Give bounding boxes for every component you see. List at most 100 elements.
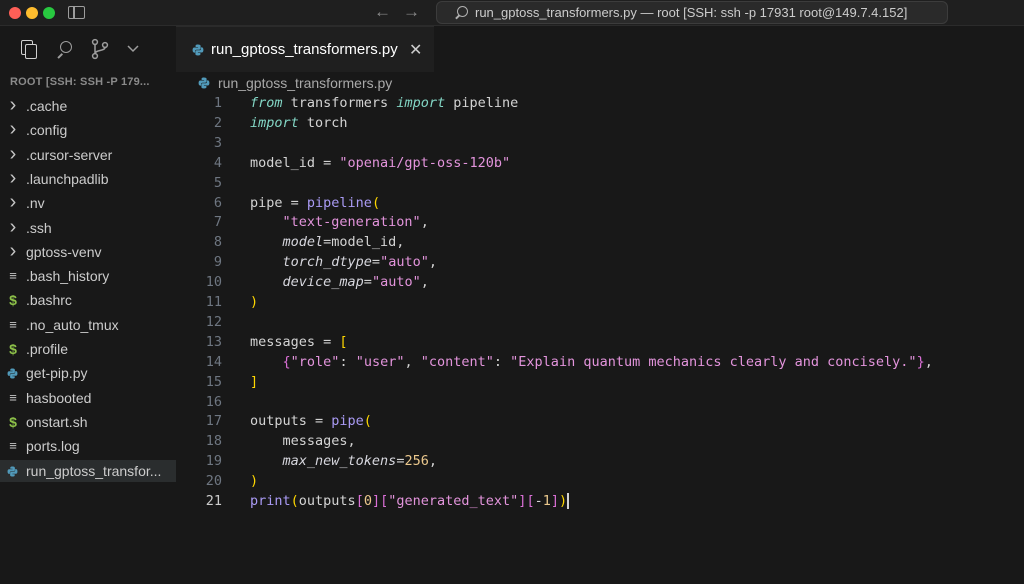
search-icon bbox=[457, 6, 468, 17]
chevron-right-icon: › bbox=[9, 216, 17, 238]
chevron-right-icon: › bbox=[9, 119, 17, 141]
explorer-item[interactable]: › gptoss-venv bbox=[0, 241, 176, 263]
chevron-right-icon: › bbox=[9, 240, 17, 262]
code-line: 19 max_new_tokens=256, bbox=[176, 452, 1024, 472]
line-number: 5 bbox=[213, 174, 222, 191]
explorer-item[interactable]: ≡ .no_auto_tmux bbox=[0, 314, 176, 336]
code-line: 7 "text-generation", bbox=[176, 213, 1024, 233]
explorer-item[interactable]: › .cache bbox=[0, 95, 176, 117]
text-file-icon: ≡ bbox=[9, 438, 17, 454]
explorer-item[interactable]: $ .bashrc bbox=[0, 289, 176, 311]
explorer-root-header[interactable]: ROOT [SSH: SSH -P 179... bbox=[10, 76, 150, 88]
breadcrumb-file: run_gptoss_transformers.py bbox=[218, 75, 393, 91]
explorer-item-label: .config bbox=[26, 122, 68, 139]
line-number: 12 bbox=[205, 313, 222, 330]
chevron-right-icon: › bbox=[9, 95, 17, 116]
chevron-down-icon[interactable] bbox=[127, 42, 143, 66]
forward-arrow-icon[interactable]: → bbox=[403, 2, 420, 22]
maximize-window-button[interactable] bbox=[43, 7, 55, 19]
code-line: 3 bbox=[176, 134, 1024, 154]
explorer-item-label: onstart.sh bbox=[26, 413, 88, 430]
shell-file-icon: $ bbox=[9, 413, 17, 430]
explorer-item[interactable]: › .ssh bbox=[0, 217, 176, 239]
explorer-item-label: .cursor-server bbox=[26, 146, 113, 163]
explorer-item-label: hasbooted bbox=[26, 389, 92, 406]
toggle-sidebar-icon[interactable] bbox=[68, 6, 85, 19]
code-line: 20) bbox=[176, 472, 1024, 492]
explorer-item[interactable]: › .cursor-server bbox=[0, 144, 176, 166]
line-number: 17 bbox=[205, 413, 222, 430]
line-number: 20 bbox=[205, 473, 222, 490]
code-line: 14 {"role": "user", "content": "Explain … bbox=[176, 353, 1024, 373]
explorer-item-label: .profile bbox=[26, 341, 69, 357]
code-line: 5 bbox=[176, 174, 1024, 194]
explorer-item-label: ports.log bbox=[26, 438, 80, 455]
explorer-item-label: .no_auto_tmux bbox=[26, 316, 119, 333]
explorer-item[interactable]: $ .profile bbox=[0, 338, 176, 360]
editor-area: run_gptoss_transformers.py ✕ run_gptoss_… bbox=[176, 26, 1024, 584]
line-number: 8 bbox=[213, 234, 222, 251]
explorer-item[interactable]: › .nv bbox=[0, 192, 176, 214]
tab-run-gptoss-transformers[interactable]: run_gptoss_transformers.py ✕ bbox=[176, 26, 434, 72]
minimize-window-button[interactable] bbox=[26, 7, 38, 19]
explorer-item[interactable]: › .config bbox=[0, 119, 176, 141]
line-number: 16 bbox=[205, 393, 222, 410]
explorer-item-label: .bash_history bbox=[26, 268, 110, 285]
text-file-icon: ≡ bbox=[9, 389, 17, 405]
chevron-right-icon: › bbox=[9, 167, 17, 189]
explorer-item[interactable]: ≡ hasbooted bbox=[0, 387, 176, 409]
explorer-item-label: get-pip.py bbox=[26, 365, 88, 382]
explorer-item[interactable]: ≡ ports.log bbox=[0, 435, 176, 457]
explorer-icon[interactable] bbox=[18, 38, 38, 62]
code-line: 10 device_map="auto", bbox=[176, 273, 1024, 293]
shell-file-icon: $ bbox=[9, 341, 17, 357]
explorer-item[interactable]: $ onstart.sh bbox=[0, 411, 176, 433]
line-number: 3 bbox=[213, 134, 222, 151]
line-number: 11 bbox=[205, 294, 222, 310]
code-line: 1 from transformers import pipeline bbox=[176, 94, 1024, 114]
window-title: run_gptoss_transformers.py — root [SSH: … bbox=[475, 5, 908, 20]
explorer-item[interactable]: › .launchpadlib bbox=[0, 168, 176, 190]
text-cursor bbox=[567, 493, 570, 509]
explorer-item-label: run_gptoss_transfor... bbox=[26, 462, 162, 479]
code-line-current: 21 print(outputs[0]["generated_text"][-1]… bbox=[176, 492, 1024, 512]
code-line: 16 bbox=[176, 393, 1024, 413]
code-line: 2 import torch bbox=[176, 114, 1024, 134]
explorer-item[interactable]: get-pip.py bbox=[0, 362, 176, 384]
python-file-icon bbox=[198, 77, 210, 89]
back-arrow-icon[interactable]: ← bbox=[374, 2, 391, 22]
code-line: 8 model=model_id, bbox=[176, 233, 1024, 253]
text-file-icon: ≡ bbox=[9, 316, 17, 332]
line-number: 4 bbox=[213, 154, 222, 171]
line-number: 10 bbox=[205, 274, 222, 291]
explorer-item[interactable]: run_gptoss_transfor... bbox=[0, 459, 176, 482]
code-line: 6 pipe = pipeline( bbox=[176, 194, 1024, 214]
line-number: 15 bbox=[205, 373, 222, 390]
source-control-icon[interactable] bbox=[90, 38, 110, 62]
close-icon[interactable]: ✕ bbox=[409, 40, 422, 60]
line-number: 7 bbox=[213, 214, 222, 231]
explorer-item-label: .ssh bbox=[26, 219, 52, 236]
shell-file-icon: $ bbox=[9, 292, 17, 309]
explorer-item-label: .launchpadlib bbox=[26, 170, 109, 187]
explorer-item-label: .cache bbox=[26, 98, 68, 114]
line-number: 1 bbox=[213, 95, 222, 111]
line-number: 9 bbox=[213, 254, 222, 271]
line-number: 13 bbox=[205, 333, 222, 350]
title-bar: ← → run_gptoss_transformers.py — root [S… bbox=[0, 0, 1024, 26]
command-center[interactable]: run_gptoss_transformers.py — root [SSH: … bbox=[436, 1, 948, 24]
explorer-item-label: .bashrc bbox=[26, 292, 72, 309]
line-number: 18 bbox=[205, 433, 222, 450]
tab-label: run_gptoss_transformers.py bbox=[211, 41, 398, 58]
code-line: 18 messages, bbox=[176, 432, 1024, 452]
text-file-icon: ≡ bbox=[9, 268, 17, 284]
code-line: 15] bbox=[176, 373, 1024, 393]
explorer-item[interactable]: ≡ .bash_history bbox=[0, 265, 176, 287]
line-number: 6 bbox=[213, 194, 222, 211]
code-line: 11) bbox=[176, 293, 1024, 313]
search-view-icon[interactable] bbox=[56, 38, 76, 62]
python-file-icon bbox=[192, 44, 204, 56]
code-line: 9 torch_dtype="auto", bbox=[176, 253, 1024, 273]
code-line: 4 model_id = "openai/gpt-oss-120b" bbox=[176, 154, 1024, 174]
close-window-button[interactable] bbox=[9, 7, 21, 19]
